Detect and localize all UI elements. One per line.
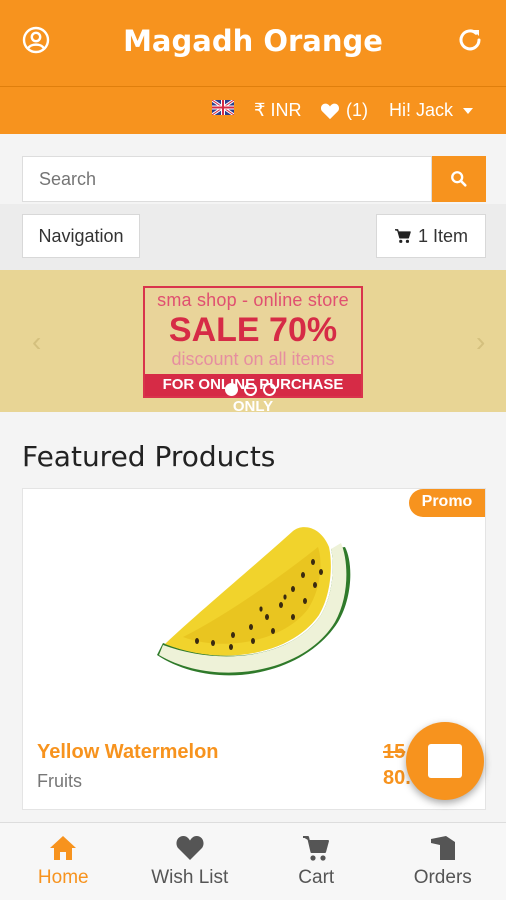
carousel-indicators	[225, 383, 276, 396]
greeting-label: Hi! Jack	[389, 100, 454, 120]
chevron-left-icon[interactable]: ‹	[32, 326, 52, 357]
cart-button[interactable]: 1 Item	[376, 214, 486, 258]
orders-icon	[430, 836, 455, 860]
carousel-dot[interactable]	[263, 383, 276, 396]
bottom-nav-wishlist[interactable]: Wish List	[127, 823, 254, 900]
carousel-dot[interactable]	[244, 383, 257, 396]
cart-icon	[394, 229, 411, 243]
search-icon	[451, 171, 467, 187]
refresh-icon[interactable]	[456, 26, 484, 54]
app-title: Magadh Orange	[123, 24, 383, 58]
wishlist-link[interactable]: (1)	[320, 100, 368, 121]
section-title: Featured Products	[22, 440, 276, 473]
main-content: Navigation 1 Item ‹ › sma shop - online …	[0, 134, 506, 822]
product-image	[157, 527, 351, 676]
bottom-nav-label: Cart	[298, 867, 335, 888]
language-selector[interactable]	[212, 100, 234, 115]
product-name[interactable]: Yellow Watermelon	[37, 741, 219, 764]
currency-selector[interactable]: ₹ INR	[254, 100, 301, 121]
top-info-bar: ₹ INR (1) Hi! Jack	[0, 86, 506, 134]
banner-sale-text: SALE 70%	[168, 311, 338, 349]
search-button[interactable]	[432, 156, 486, 202]
floating-action-button[interactable]	[406, 722, 484, 800]
bottom-nav-home[interactable]: Home	[0, 823, 127, 900]
search-input[interactable]	[22, 156, 432, 202]
app-bar: Magadh Orange	[0, 0, 506, 86]
banner-discount-text: discount on all items	[171, 349, 335, 369]
account-menu[interactable]: Hi! Jack	[389, 100, 474, 121]
wishlist-count: (1)	[346, 100, 368, 120]
cart-icon	[303, 836, 330, 861]
uk-flag-icon	[212, 100, 234, 115]
product-category: Fruits	[37, 771, 82, 791]
home-icon	[50, 836, 77, 860]
bottom-nav-label: Wish List	[151, 867, 229, 888]
bottom-nav-label: Home	[37, 867, 89, 888]
promo-carousel[interactable]: ‹ › sma shop - online store SALE 70% dis…	[0, 270, 506, 412]
nav-row: Navigation 1 Item	[0, 204, 506, 270]
carousel-dot[interactable]	[225, 383, 238, 396]
navigation-button[interactable]: Navigation	[22, 214, 140, 258]
bottom-nav-orders[interactable]: Orders	[380, 823, 506, 900]
promo-badge: Promo	[409, 489, 485, 517]
currency-label: ₹ INR	[254, 100, 302, 120]
heart-icon	[176, 836, 204, 860]
stop-icon	[428, 744, 462, 778]
chevron-down-icon	[463, 107, 474, 114]
bottom-navigation: Home Wish List Cart Orders	[0, 822, 506, 900]
chevron-right-icon[interactable]: ›	[476, 326, 496, 357]
heart-icon	[320, 103, 340, 119]
bottom-nav-label: Orders	[413, 867, 472, 888]
navigation-label: Navigation	[38, 225, 124, 246]
banner-shop-name: sma shop - online store	[157, 290, 349, 310]
sale-banner: sma shop - online store SALE 70% discoun…	[143, 286, 363, 412]
product-old-price: 15	[383, 741, 406, 763]
search-bar	[0, 134, 506, 204]
bottom-nav-cart[interactable]: Cart	[253, 823, 380, 900]
cart-count-label: 1 Item	[417, 225, 469, 246]
